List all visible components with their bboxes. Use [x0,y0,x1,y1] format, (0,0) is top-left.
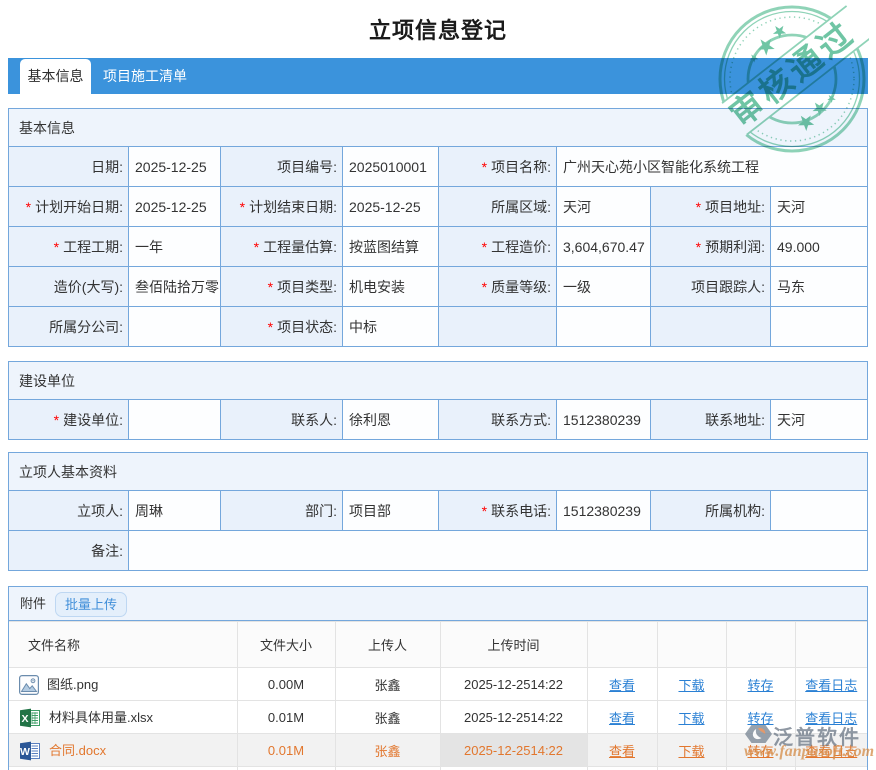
svg-text:W: W [20,746,30,758]
svg-text:X: X [21,713,28,725]
